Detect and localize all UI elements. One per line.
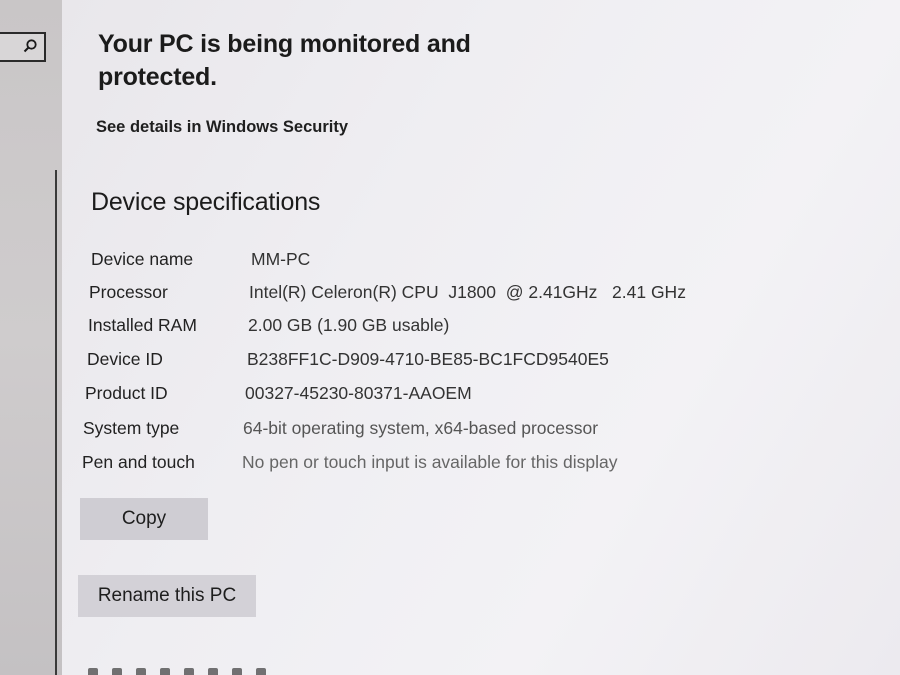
spec-value: MM-PC xyxy=(251,249,311,269)
search-icon xyxy=(23,39,37,53)
spec-label: Pen and touch xyxy=(82,452,195,472)
about-content: Your PC is being monitored and protected… xyxy=(62,0,900,675)
security-status-headline: Your PC is being monitored and protected… xyxy=(98,30,471,91)
device-specifications-title: Device specifications xyxy=(91,188,321,216)
spec-value: 2.00 GB (1.90 GB usable) xyxy=(248,315,450,335)
rename-pc-button[interactable]: Rename this PC xyxy=(78,575,256,617)
spec-value: No pen or touch input is available for t… xyxy=(242,452,618,472)
spec-label: System type xyxy=(83,418,180,438)
windows-security-link[interactable]: See details in Windows Security xyxy=(96,118,348,137)
copy-button[interactable]: Copy xyxy=(80,498,208,540)
spec-label: Device ID xyxy=(87,349,163,369)
spec-value: B238FF1C-D909-4710-BE85-BC1FCD9540E5 xyxy=(247,349,609,369)
spec-value: Intel(R) Celeron(R) CPU J1800 @ 2.41GHz … xyxy=(249,282,686,302)
sidebar-strip xyxy=(0,0,62,675)
spec-label: Product ID xyxy=(85,383,168,403)
spec-value: 64-bit operating system, x64-based proce… xyxy=(243,418,599,438)
spec-label: Installed RAM xyxy=(88,315,197,335)
search-box[interactable] xyxy=(0,32,46,62)
next-section-heading-cut xyxy=(88,662,348,675)
spec-value: 00327-45230-80371-AAOEM xyxy=(245,383,472,403)
spec-label: Device name xyxy=(91,249,194,269)
content-divider xyxy=(55,170,57,675)
spec-label: Processor xyxy=(89,282,168,302)
